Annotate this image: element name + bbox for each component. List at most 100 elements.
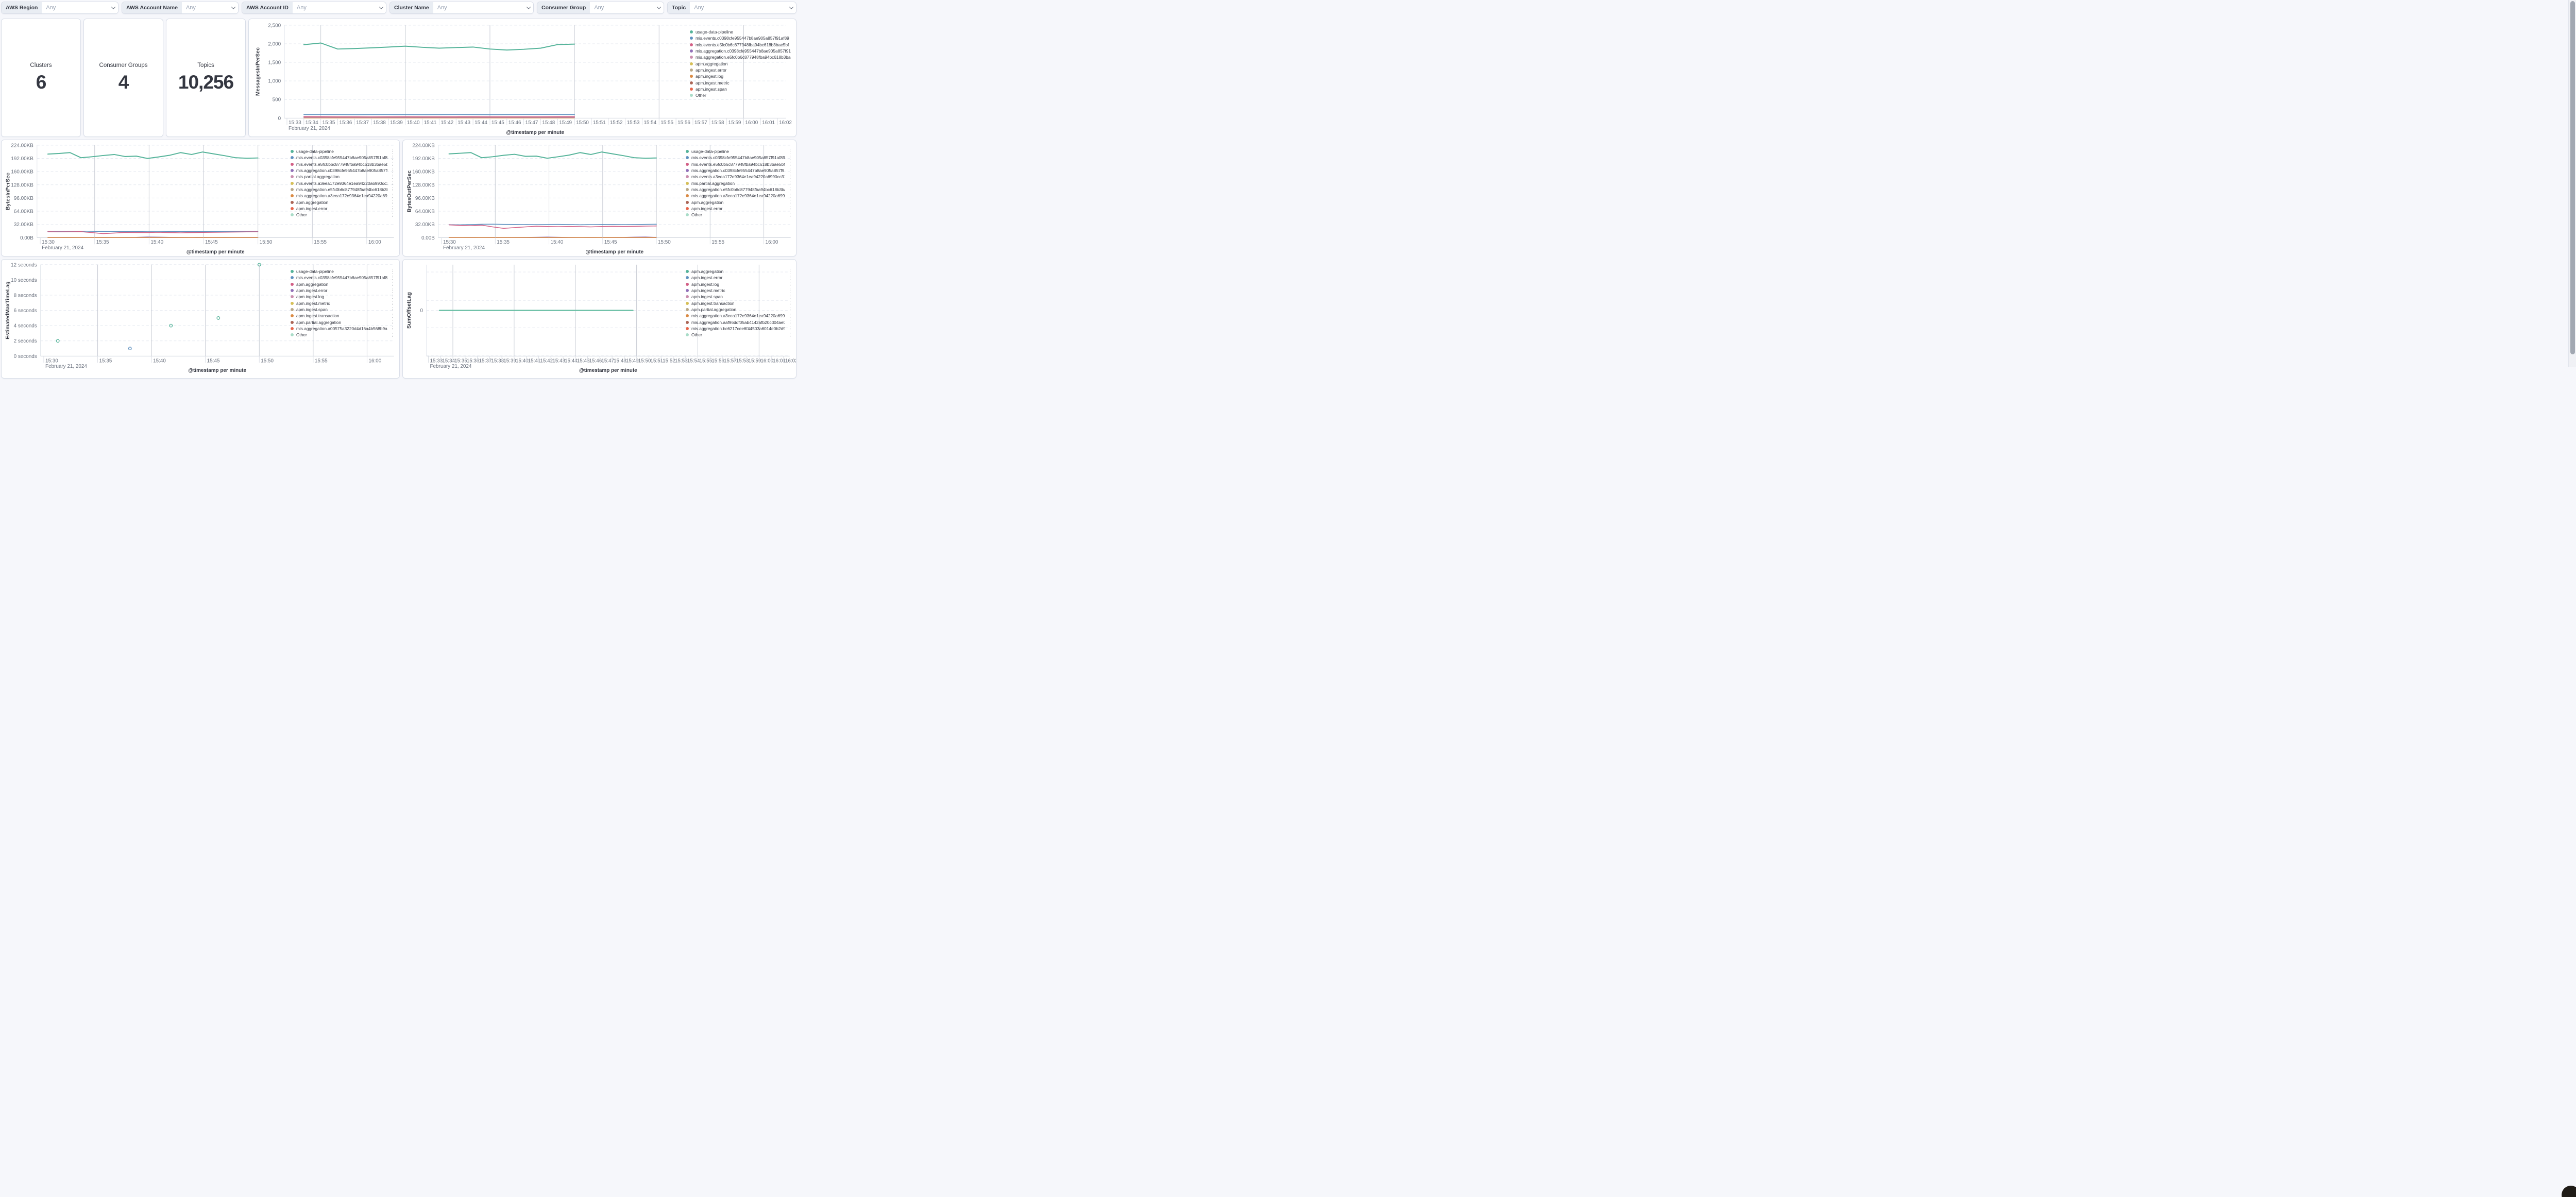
- legend-item-actions-icon[interactable]: ⋮: [391, 326, 395, 331]
- legend-item[interactable]: mis.events.a3eea172e9364e1ea94220a6990cc…: [291, 180, 395, 186]
- legend-item-actions-icon[interactable]: ⋮: [788, 313, 792, 319]
- legend-item[interactable]: apm.ingest.metric⋮: [291, 300, 395, 306]
- filter-cluster-name[interactable]: Cluster Name Any: [389, 2, 534, 14]
- legend-item[interactable]: mis.events.c0398cfe955447b8ae905a857f91a…: [686, 155, 792, 161]
- legend-item[interactable]: Other⋮: [686, 332, 792, 338]
- filter-topic[interactable]: Topic Any: [667, 2, 796, 14]
- legend-item-actions-icon[interactable]: ⋮: [391, 161, 395, 167]
- legend-item-actions-icon[interactable]: ⋮: [788, 306, 792, 312]
- filter-value-select[interactable]: Any: [690, 2, 787, 13]
- legend-item[interactable]: apm.ingest.log⋮: [291, 294, 395, 300]
- legend-item[interactable]: mis.aggregation.c0398cfe955447b8ae905a85…: [690, 48, 796, 54]
- legend-item-actions-icon[interactable]: ⋮: [788, 206, 792, 211]
- legend-item[interactable]: mis.aggregation.e5fc0b6c877948fba94bc618…: [690, 54, 796, 60]
- filter-aws-region[interactable]: AWS Region Any: [1, 2, 118, 14]
- legend-item-actions-icon[interactable]: ⋮: [788, 319, 792, 325]
- legend-item-actions-icon[interactable]: ⋮: [391, 186, 395, 192]
- legend-item[interactable]: apm.aggregation⋮: [291, 281, 395, 287]
- legend-item[interactable]: mis.aggregation.a00575a3220d4d16a4b568b9…: [291, 326, 395, 332]
- legend-item-actions-icon[interactable]: ⋮: [391, 206, 395, 211]
- legend-item[interactable]: mis.aggregation.bc6217cee6f44503a6014e0b…: [686, 326, 792, 332]
- legend-item-actions-icon[interactable]: ⋮: [788, 212, 792, 218]
- filter-aws-account-name[interactable]: AWS Account Name Any: [122, 2, 239, 14]
- legend-item[interactable]: apm.ingest.log⋮: [686, 281, 792, 287]
- legend-item[interactable]: apm.aggregation⋮: [686, 268, 792, 275]
- legend-item[interactable]: mis.events.c0398cfe955447b8ae905a857f91a…: [291, 275, 395, 281]
- legend-item-actions-icon[interactable]: ⋮: [794, 80, 796, 86]
- legend-item-actions-icon[interactable]: ⋮: [391, 288, 395, 294]
- legend-item[interactable]: apm.ingest.error⋮: [291, 287, 395, 294]
- legend-item[interactable]: apm.ingest.metric⋮: [686, 287, 792, 294]
- legend-item[interactable]: apm.ingest.transaction⋮: [291, 313, 395, 319]
- legend-item-actions-icon[interactable]: ⋮: [391, 193, 395, 199]
- legend-item[interactable]: mis.aggregation.e5fc0b6c877948fba94bc618…: [291, 186, 395, 193]
- legend-item-actions-icon[interactable]: ⋮: [391, 212, 395, 218]
- legend-item[interactable]: usage-data-pipeline⋮: [686, 148, 792, 155]
- legend-item-actions-icon[interactable]: ⋮: [794, 29, 796, 35]
- filter-value-select[interactable]: Any: [293, 2, 377, 13]
- legend-item-actions-icon[interactable]: ⋮: [391, 319, 395, 325]
- legend-item[interactable]: mis.aggregation.c0398cfe955447b8ae905a85…: [686, 167, 792, 174]
- legend-item[interactable]: mis.events.c0398cfe955447b8ae905a857f91a…: [291, 155, 395, 161]
- legend-item-actions-icon[interactable]: ⋮: [391, 294, 395, 300]
- legend-item[interactable]: Other⋮: [690, 92, 796, 98]
- legend-item-actions-icon[interactable]: ⋮: [794, 55, 796, 60]
- legend-item[interactable]: apm.ingest.span⋮: [690, 86, 796, 92]
- scrollbar-track[interactable]: [2568, 0, 2576, 367]
- legend-item[interactable]: mis.aggregation.c0398cfe955447b8ae905a85…: [291, 167, 395, 174]
- legend-item[interactable]: mis.partial.aggregation⋮: [291, 174, 395, 180]
- filter-value-select[interactable]: Any: [42, 2, 109, 13]
- legend-item-actions-icon[interactable]: ⋮: [788, 288, 792, 294]
- legend-item-actions-icon[interactable]: ⋮: [391, 313, 395, 319]
- legend-item[interactable]: mis.events.e5fc0b6c877948fba94bc618b3bae…: [690, 42, 796, 48]
- legend-item-actions-icon[interactable]: ⋮: [788, 275, 792, 281]
- legend-item-actions-icon[interactable]: ⋮: [788, 180, 792, 186]
- legend-item-actions-icon[interactable]: ⋮: [391, 300, 395, 306]
- legend-item[interactable]: mis.events.a3eea172e9364e1ea94220a6990cc…: [686, 174, 792, 180]
- filter-consumer-group[interactable]: Consumer Group Any: [537, 2, 664, 14]
- legend-item-actions-icon[interactable]: ⋮: [788, 326, 792, 331]
- legend-item[interactable]: apm.ingest.span⋮: [291, 306, 395, 313]
- legend-item-actions-icon[interactable]: ⋮: [391, 174, 395, 180]
- legend-item[interactable]: apm.ingest.span⋮: [686, 294, 792, 300]
- filter-aws-account-id[interactable]: AWS Account ID Any: [242, 2, 386, 14]
- legend-item[interactable]: usage-data-pipeline⋮: [291, 268, 395, 275]
- legend-item[interactable]: mis.partial.aggregation⋮: [686, 180, 792, 186]
- legend-item-actions-icon[interactable]: ⋮: [788, 161, 792, 167]
- legend-item-actions-icon[interactable]: ⋮: [794, 74, 796, 79]
- legend-item[interactable]: apm.ingest.error⋮: [686, 206, 792, 212]
- legend-item-actions-icon[interactable]: ⋮: [391, 155, 395, 161]
- legend-item-actions-icon[interactable]: ⋮: [788, 294, 792, 300]
- legend-item-actions-icon[interactable]: ⋮: [788, 269, 792, 275]
- legend-item[interactable]: apm.aggregation⋮: [291, 199, 395, 205]
- legend-item[interactable]: apm.ingest.error⋮: [690, 67, 796, 73]
- legend-item[interactable]: apm.ingest.transaction⋮: [686, 300, 792, 306]
- legend-item-actions-icon[interactable]: ⋮: [391, 199, 395, 205]
- legend-item-actions-icon[interactable]: ⋮: [788, 174, 792, 180]
- legend-item[interactable]: Other⋮: [291, 332, 395, 338]
- legend-item-actions-icon[interactable]: ⋮: [391, 269, 395, 275]
- legend-item-actions-icon[interactable]: ⋮: [788, 155, 792, 161]
- legend-item[interactable]: mis.events.e5fc0b6c877948fba94bc618b3bae…: [291, 161, 395, 167]
- legend-item-actions-icon[interactable]: ⋮: [788, 199, 792, 205]
- legend-item-actions-icon[interactable]: ⋮: [794, 67, 796, 73]
- legend-item[interactable]: usage-data-pipeline⋮: [291, 148, 395, 155]
- legend-item-actions-icon[interactable]: ⋮: [391, 168, 395, 174]
- legend-item[interactable]: mis.aggregation.aaf96ddf05ab4142afb20cd0…: [686, 319, 792, 325]
- legend-item-actions-icon[interactable]: ⋮: [391, 180, 395, 186]
- legend-item[interactable]: mis.events.e5fc0b6c877948fba94bc618b3bae…: [686, 161, 792, 167]
- legend-item[interactable]: apm.ingest.error⋮: [686, 275, 792, 281]
- legend-item[interactable]: mis.aggregation.a3eea172e9364e1ea94220a6…: [686, 313, 792, 319]
- legend-item[interactable]: apm.aggregation⋮: [686, 199, 792, 205]
- legend-item[interactable]: Other⋮: [291, 212, 395, 218]
- legend-item-actions-icon[interactable]: ⋮: [391, 275, 395, 281]
- legend-item[interactable]: apm.ingest.error⋮: [291, 206, 395, 212]
- legend-item-actions-icon[interactable]: ⋮: [788, 332, 792, 338]
- legend-item-actions-icon[interactable]: ⋮: [794, 42, 796, 47]
- legend-item[interactable]: mis.aggregation.a3eea172e9364e1ea94220a6…: [291, 193, 395, 199]
- legend-item-actions-icon[interactable]: ⋮: [391, 149, 395, 155]
- legend-item-actions-icon[interactable]: ⋮: [788, 300, 792, 306]
- legend-item-actions-icon[interactable]: ⋮: [788, 193, 792, 199]
- legend-item-actions-icon[interactable]: ⋮: [391, 306, 395, 312]
- legend-item[interactable]: apm.ingest.metric⋮: [690, 79, 796, 86]
